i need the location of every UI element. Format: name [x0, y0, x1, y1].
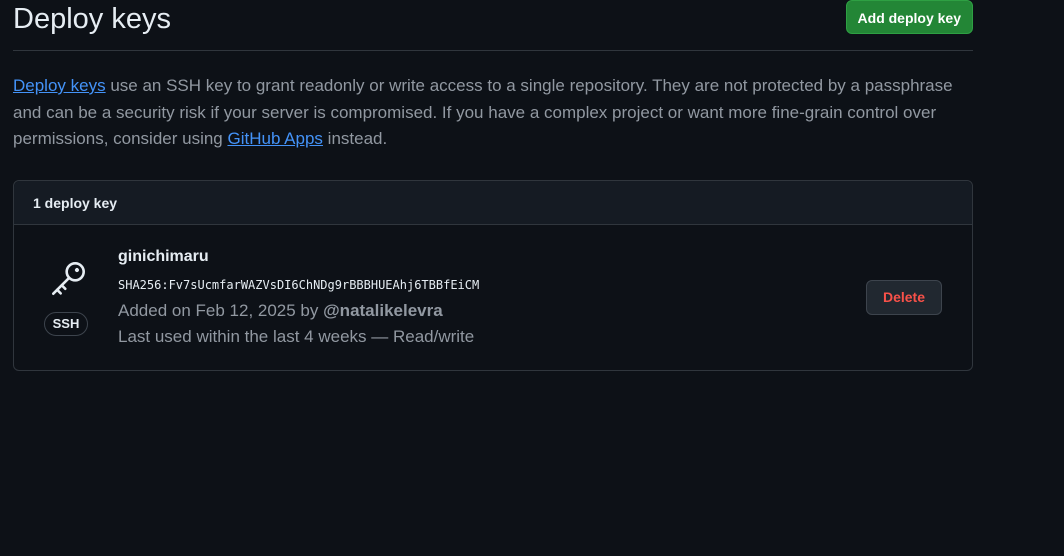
description-text-1: use an SSH key to grant readonly or writ…	[13, 76, 953, 148]
page-title: Deploy keys	[13, 3, 171, 35]
description-text-2: instead.	[322, 129, 388, 148]
added-date-text: Added on Feb 12, 2025 by	[118, 301, 324, 320]
add-deploy-key-button[interactable]: Add deploy key	[845, 0, 973, 34]
ssh-badge: SSH	[44, 312, 88, 336]
key-icon	[42, 257, 90, 305]
deploy-keys-link[interactable]: Deploy keys	[13, 76, 106, 95]
deploy-keys-page: Deploy keys Add deploy key Deploy keys u…	[0, 0, 1064, 556]
deploy-keys-panel: 1 deploy key SSH ginichimaru SHA256:Fv7s…	[13, 180, 973, 371]
deploy-key-name: ginichimaru	[118, 248, 209, 265]
deploy-key-last-used: Last used within the last 4 weeks — Read…	[118, 327, 475, 346]
deploy-key-added-info: Added on Feb 12, 2025 by @natalikelevra	[118, 301, 443, 321]
page-header: Deploy keys Add deploy key	[13, 0, 973, 51]
deploy-key-fingerprint: SHA256:Fv7sUcmfarWAZVsDI6ChNDg9rBBBHUEAh…	[118, 278, 480, 292]
added-by-user: @natalikelevra	[323, 301, 443, 320]
delete-key-button[interactable]: Delete	[866, 280, 942, 315]
github-apps-link[interactable]: GitHub Apps	[227, 129, 322, 148]
deploy-key-count: 1 deploy key	[14, 181, 972, 225]
deploy-keys-description: Deploy keys use an SSH key to grant read…	[13, 73, 973, 153]
